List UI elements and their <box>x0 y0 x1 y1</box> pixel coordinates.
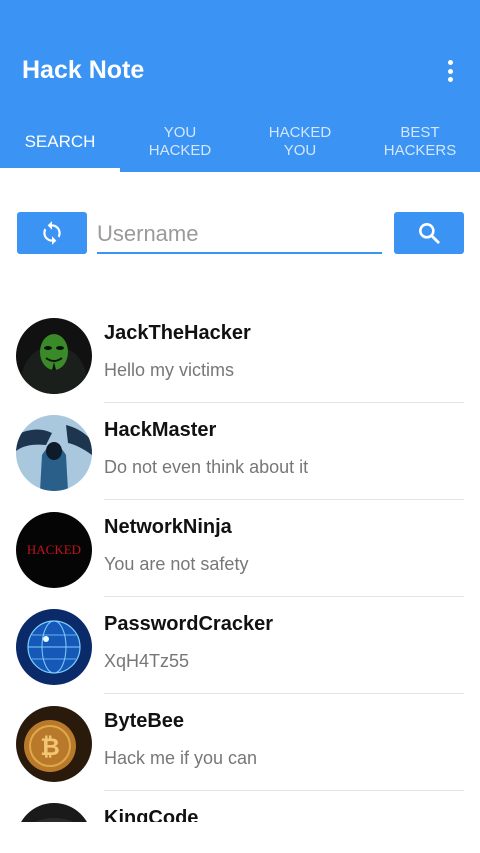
user-name: KingCode <box>104 807 199 822</box>
user-name: PasswordCracker <box>104 613 273 635</box>
app-screen: Hack Note SEARCH YOU HACKED HACKED YOU B… <box>0 0 480 853</box>
digital-globe-avatar <box>16 609 92 685</box>
tab-best-hackers[interactable]: BEST HACKERS <box>360 112 480 172</box>
tab-bar: SEARCH YOU HACKED HACKED YOU BEST HACKER… <box>0 112 480 172</box>
bottom-spacer <box>0 822 480 853</box>
app-bar: Hack Note SEARCH YOU HACKED HACKED YOU B… <box>0 0 480 172</box>
tab-you-hacked-label: YOU HACKED <box>148 124 212 159</box>
refresh-icon <box>43 221 61 245</box>
list-item-passwordcracker[interactable]: PasswordCracker XqH4Tz55 <box>0 597 480 694</box>
user-name: JackTheHacker <box>104 322 251 344</box>
user-list: JackTheHacker Hello my victims HackMaste… <box>0 306 480 822</box>
list-item-networkninja[interactable]: HACKED NetworkNinja You are not safety <box>0 500 480 597</box>
hooded-hacker-avatar <box>16 415 92 491</box>
app-title: Hack Note <box>22 56 145 84</box>
refresh-button[interactable] <box>17 212 87 254</box>
hacked-text: HACKED <box>27 542 81 557</box>
list-item-kingcode[interactable]: KingCode <box>0 791 480 822</box>
search-button[interactable] <box>394 212 464 254</box>
tab-search[interactable]: SEARCH <box>0 112 120 172</box>
list-item-hackmaster[interactable]: HackMaster Do not even think about it <box>0 403 480 500</box>
dark-avatar <box>16 803 92 822</box>
user-name: NetworkNinja <box>104 516 232 538</box>
user-status: Hack me if you can <box>104 748 258 768</box>
tab-hacked-you[interactable]: HACKED YOU <box>240 112 360 172</box>
tab-best-hackers-label: BEST HACKERS <box>383 124 457 159</box>
bitcoin-avatar: ₿ <box>16 706 92 782</box>
search-icon <box>419 223 440 244</box>
list-item-bytebee[interactable]: ₿ ByteBee Hack me if you can <box>0 694 480 791</box>
username-input[interactable] <box>97 218 382 254</box>
user-status: XqH4Tz55 <box>104 651 190 671</box>
tab-search-label: SEARCH <box>24 132 96 151</box>
list-item-jackthehacker[interactable]: JackTheHacker Hello my victims <box>0 306 480 403</box>
user-name: ByteBee <box>104 710 185 732</box>
more-vert-icon[interactable] <box>440 58 460 84</box>
user-status: You are not safety <box>104 554 249 574</box>
user-name: HackMaster <box>104 419 217 441</box>
anonymous-mask-avatar <box>16 318 92 394</box>
hacked-text-avatar: HACKED <box>16 512 92 588</box>
svg-text:₿: ₿ <box>40 733 60 761</box>
tab-you-hacked[interactable]: YOU HACKED <box>120 112 240 172</box>
tab-hacked-you-label: HACKED YOU <box>268 124 332 159</box>
user-status: Do not even think about it <box>104 457 309 477</box>
user-status: Hello my victims <box>104 360 235 380</box>
